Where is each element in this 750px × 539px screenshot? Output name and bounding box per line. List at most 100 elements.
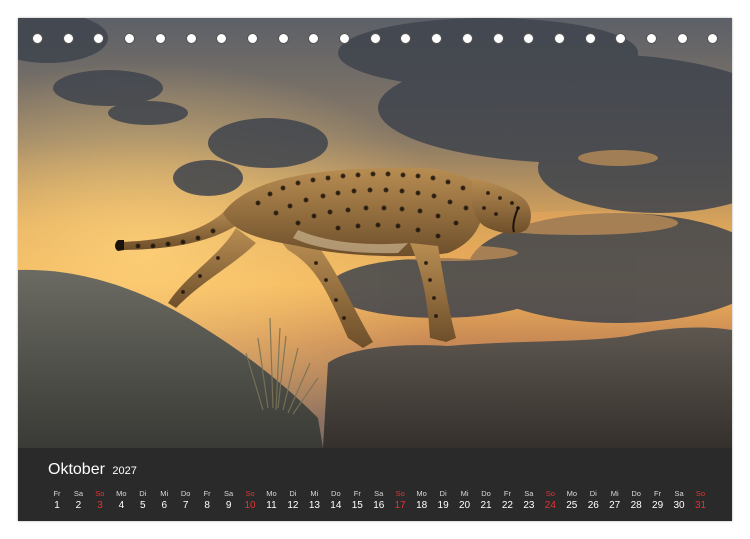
- day-number: 7: [182, 500, 189, 511]
- day-cell: Mo 18: [411, 488, 433, 512]
- weekday-label: Di: [139, 489, 147, 498]
- weekday-label: Sa: [224, 489, 234, 498]
- weekday-label: Mi: [160, 489, 169, 498]
- cheetah-photo: [18, 18, 732, 448]
- day-number: 14: [330, 500, 342, 511]
- day-number: 27: [609, 500, 621, 511]
- day-cell: Di 12: [282, 488, 304, 512]
- day-cell: Mi 6: [153, 488, 175, 512]
- weekday-label: Sa: [674, 489, 684, 498]
- day-cell: Fr 8: [196, 488, 218, 512]
- day-number: 1: [54, 500, 60, 511]
- day-cell: Sa 23: [518, 488, 540, 512]
- day-number: 18: [416, 500, 428, 511]
- weekday-label: Mo: [416, 489, 427, 498]
- weekday-label: So: [245, 489, 255, 498]
- day-cell: Di 19: [432, 488, 454, 512]
- day-number: 17: [394, 500, 406, 511]
- weekday-label: So: [395, 489, 405, 498]
- day-number: 21: [480, 500, 492, 511]
- day-cell: So 31: [690, 488, 712, 512]
- weekday-label: Mi: [610, 489, 619, 498]
- weekday-label: So: [545, 489, 555, 498]
- day-cell: Fr 29: [647, 488, 669, 512]
- binding-hole: [216, 33, 228, 44]
- binding-hole: [369, 33, 381, 44]
- day-cell: Fr 1: [46, 488, 68, 512]
- binding-hole: [185, 33, 197, 44]
- day-cell: Mo 11: [261, 488, 283, 512]
- month-year: 2027: [112, 465, 137, 477]
- weekday-label: Fr: [203, 489, 211, 498]
- day-cell: Mo 25: [561, 488, 583, 512]
- binding-hole: [461, 33, 473, 44]
- day-cell: Mi 13: [303, 488, 325, 512]
- weekday-label: Mo: [266, 489, 277, 498]
- binding-hole: [62, 33, 74, 44]
- calendar-strip: Oktober 2027 Fr 1 Sa 2 So 3 Mo 4 Di 5 Mi 6 Do 7 Fr 8 Sa 9…: [18, 448, 732, 521]
- day-cell: Di 5: [132, 488, 154, 512]
- binding-hole: [308, 33, 320, 44]
- day-number: 26: [587, 500, 599, 511]
- day-cell: Sa 16: [368, 488, 390, 512]
- day-number: 15: [351, 500, 363, 511]
- day-number: 19: [437, 500, 449, 511]
- weekday-label: Mi: [310, 489, 319, 498]
- binding-hole: [400, 33, 412, 44]
- day-cell: Sa 2: [67, 488, 89, 512]
- day-number: 4: [118, 500, 125, 511]
- binding-hole: [339, 33, 350, 44]
- binding-hole: [676, 33, 688, 44]
- binding-hole: [553, 33, 565, 44]
- day-number: 20: [458, 500, 471, 511]
- day-cell: So 17: [389, 488, 411, 512]
- binding-hole: [154, 33, 166, 44]
- binding-hole: [523, 33, 535, 44]
- weekday-label: Sa: [374, 489, 384, 498]
- binding-hole: [707, 33, 719, 44]
- day-number: 28: [630, 500, 642, 511]
- weekday-label: Fr: [654, 489, 662, 498]
- weekday-label: Do: [631, 489, 641, 498]
- weekday-label: Do: [180, 489, 191, 498]
- weekday-label: Fr: [53, 489, 61, 498]
- weekday-label: Do: [331, 489, 341, 498]
- day-cell: Sa 9: [218, 488, 240, 512]
- weekday-label: Di: [589, 489, 597, 498]
- day-number: 24: [544, 500, 556, 511]
- binding-hole: [431, 33, 443, 44]
- day-cell: Do 28: [625, 488, 647, 512]
- weekday-label: Di: [439, 489, 447, 498]
- day-number: 12: [287, 500, 299, 511]
- day-number: 2: [75, 500, 82, 511]
- binding-hole: [124, 33, 136, 44]
- weekday-label: Mo: [566, 489, 577, 498]
- day-number: 10: [244, 500, 256, 511]
- weekday-label: Mi: [460, 489, 469, 498]
- binding-hole: [492, 33, 504, 44]
- day-cell: So 24: [539, 488, 561, 512]
- binding-hole: [277, 33, 289, 44]
- weekday-label: So: [695, 489, 706, 498]
- weekday-label: Fr: [353, 489, 361, 498]
- binding-hole: [246, 33, 258, 44]
- day-cell: Do 14: [325, 488, 347, 512]
- day-cell: So 10: [239, 488, 261, 512]
- weekday-label: Do: [481, 489, 491, 498]
- month-name: Oktober: [48, 461, 105, 478]
- sunset-scene: [18, 18, 732, 448]
- weekday-label: Fr: [503, 489, 511, 498]
- weekday-label: Sa: [73, 489, 84, 498]
- day-number: 23: [523, 500, 535, 511]
- day-number: 30: [673, 500, 685, 511]
- weekday-label: So: [95, 489, 105, 498]
- day-cell: Mo 4: [110, 488, 132, 512]
- weekday-label: Mo: [116, 489, 127, 498]
- day-cell: Do 21: [475, 488, 497, 512]
- day-number: 5: [140, 500, 146, 511]
- day-number: 9: [225, 500, 232, 511]
- day-number: 25: [566, 500, 578, 511]
- day-number: 13: [308, 500, 320, 511]
- weekday-label: Sa: [524, 489, 534, 498]
- day-row: Fr 1 Sa 2 So 3 Mo 4 Di 5 Mi 6 Do 7 Fr 8 Sa 9 So 10 Mo 11 Di 12 M…: [46, 488, 718, 518]
